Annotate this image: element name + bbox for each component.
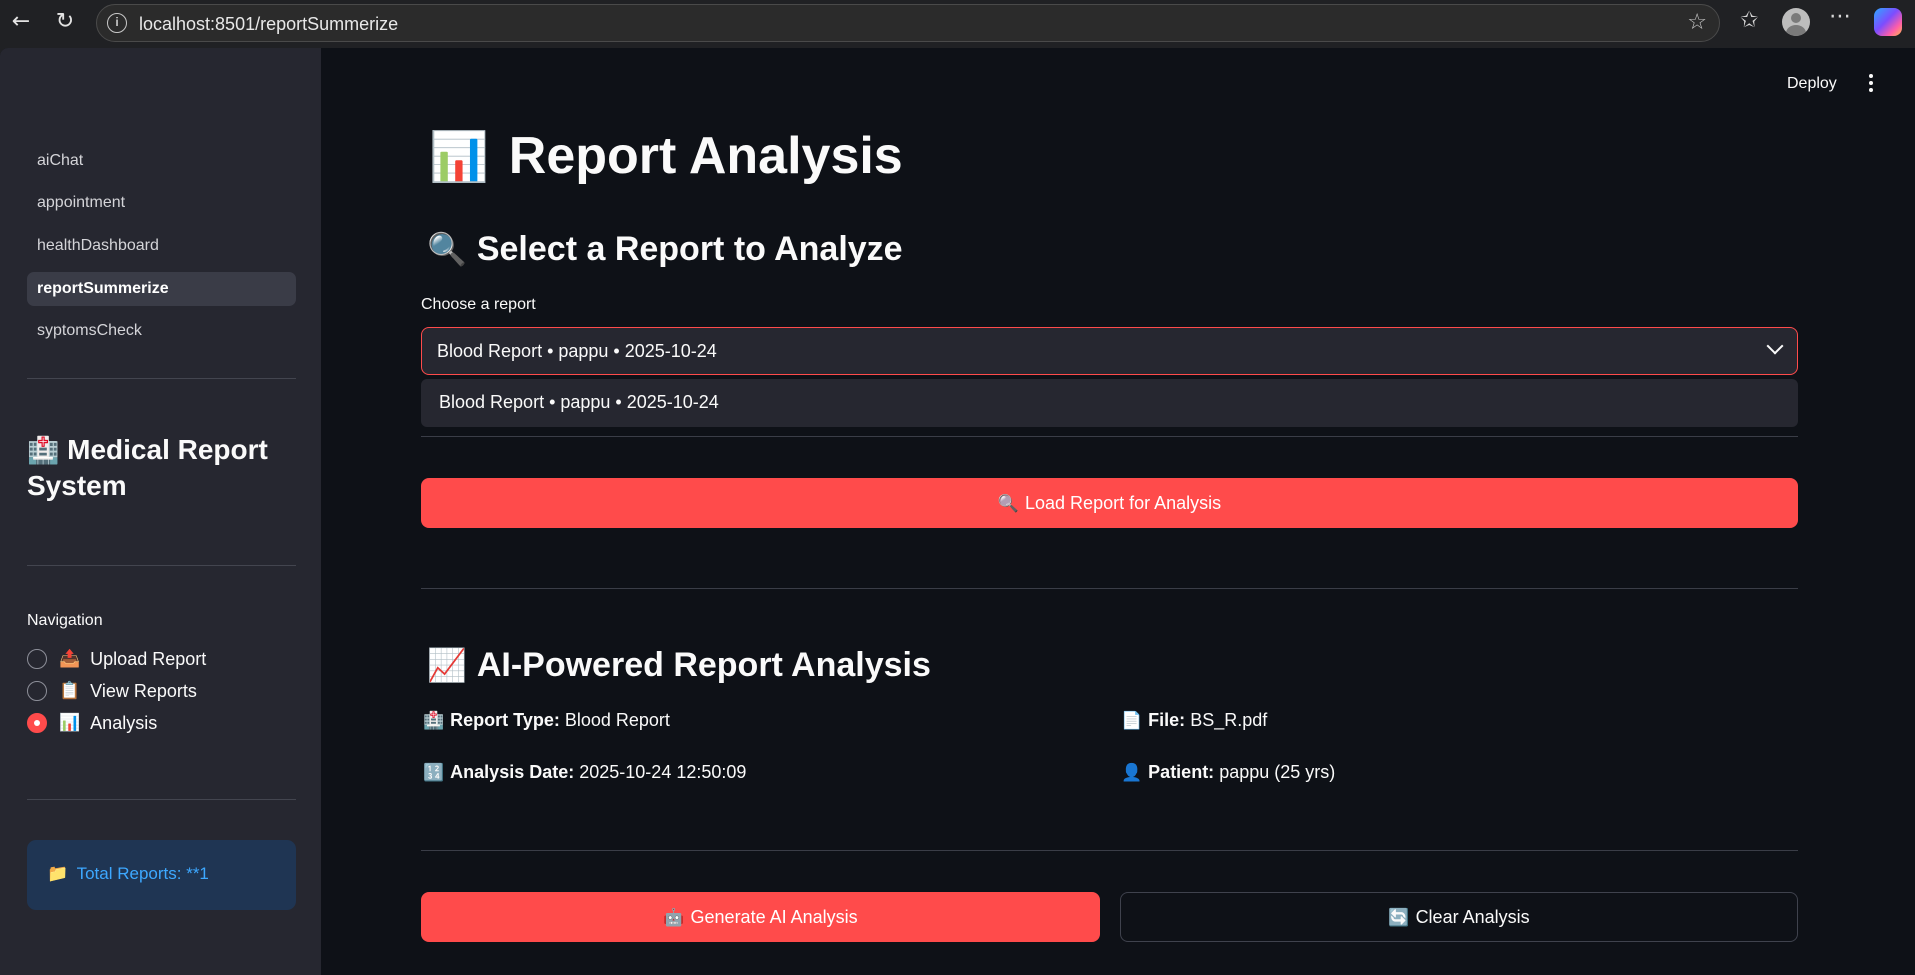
analysis-heading-text: AI-Powered Report Analysis	[476, 646, 931, 684]
choose-report-label: Choose a report	[421, 296, 536, 313]
person-icon: 👤	[1121, 763, 1143, 782]
report-type-detail: 🏥 Report Type: Blood Report	[423, 710, 670, 731]
report-select[interactable]: Blood Report • pappu • 2025-10-24	[421, 327, 1798, 375]
report-type-value: Blood Report	[564, 710, 670, 730]
analysis-date-label: Analysis Date:	[450, 762, 575, 782]
navigation-label: Navigation	[27, 612, 103, 629]
folder-icon: 📁	[47, 864, 69, 883]
reload-icon[interactable]: ↻	[52, 9, 78, 35]
file-label: File:	[1148, 710, 1186, 730]
page-title: 📊 Report Analysis	[429, 126, 903, 186]
nav-option-label: Analysis	[90, 712, 158, 733]
generate-ai-analysis-label: Generate AI Analysis	[690, 907, 858, 927]
analysis-date-value: 2025-10-24 12:50:09	[579, 762, 747, 782]
nav-radio-upload-report[interactable]: 📤 Upload Report	[27, 646, 206, 672]
report-select-value: Blood Report • pappu • 2025-10-24	[437, 341, 717, 361]
analysis-date-detail: 🔢 Analysis Date: 2025-10-24 12:50:09	[423, 762, 746, 783]
sidebar-page-appointment[interactable]: appointment	[27, 186, 296, 220]
robot-icon: 🤖	[663, 908, 685, 927]
report-type-label: Report Type:	[450, 710, 560, 730]
divider	[421, 436, 1798, 437]
clipboard-icon: 📋	[59, 681, 81, 700]
magnifier-icon: 🔍	[427, 231, 467, 267]
sidebar-title-text: Medical Report System	[27, 434, 268, 501]
sidebar: aiChat appointment healthDashboard repor…	[0, 48, 321, 975]
more-options-icon[interactable]: ⋯	[1829, 4, 1851, 29]
total-reports-info: 📁 Total Reports: **1	[27, 840, 296, 910]
profile-avatar-icon[interactable]	[1782, 8, 1810, 36]
sidebar-page-syptomscheck[interactable]: syptomsCheck	[27, 314, 296, 348]
radio-button[interactable]	[27, 649, 47, 669]
radio-button[interactable]	[27, 681, 47, 701]
star-icon[interactable]: ☆	[1687, 10, 1707, 35]
address-bar[interactable]: i localhost:8501/reportSummerize ☆	[96, 4, 1720, 42]
clear-analysis-label: Clear Analysis	[1415, 907, 1530, 927]
file-detail: 📄 File: BS_R.pdf	[1121, 710, 1267, 731]
select-report-heading: 🔍 Select a Report to Analyze	[427, 230, 903, 269]
load-report-button[interactable]: 🔍 Load Report for Analysis	[421, 478, 1798, 528]
divider	[421, 588, 1798, 589]
sidebar-page-reportsummerize[interactable]: reportSummerize	[27, 272, 296, 306]
refresh-icon: 🔄	[1388, 908, 1410, 927]
main-menu-icon[interactable]	[1868, 74, 1874, 92]
divider	[421, 850, 1798, 851]
hospital-icon: 🏥	[27, 435, 60, 465]
bar-chart-icon: 📊	[59, 713, 81, 732]
document-icon: 📄	[1121, 711, 1143, 730]
nav-radio-analysis[interactable]: 📊 Analysis	[27, 710, 157, 736]
analysis-heading: 📈 AI-Powered Report Analysis	[427, 646, 931, 685]
clear-analysis-button[interactable]: 🔄 Clear Analysis	[1120, 892, 1798, 942]
trend-chart-icon: 📈	[427, 647, 467, 683]
url-text: localhost:8501/reportSummerize	[139, 14, 399, 34]
nav-option-label: View Reports	[90, 680, 197, 701]
patient-detail: 👤 Patient: pappu (25 yrs)	[1121, 762, 1335, 783]
dropdown-option[interactable]: Blood Report • pappu • 2025-10-24	[439, 392, 719, 413]
select-report-heading-text: Select a Report to Analyze	[476, 230, 903, 268]
favorites-icon[interactable]: ✩	[1740, 8, 1758, 33]
streamlit-app: aiChat appointment healthDashboard repor…	[0, 48, 1915, 975]
magnifier-icon: 🔍	[997, 494, 1020, 513]
nav-radio-view-reports[interactable]: 📋 View Reports	[27, 678, 197, 704]
total-reports-text: Total Reports: **1	[76, 864, 209, 883]
sidebar-title: 🏥 Medical Report System	[27, 432, 307, 504]
radio-button-selected[interactable]	[27, 713, 47, 733]
numbers-icon: 🔢	[423, 763, 445, 782]
chevron-down-icon[interactable]	[1766, 337, 1784, 355]
patient-label: Patient:	[1148, 762, 1215, 782]
file-value: BS_R.pdf	[1190, 710, 1268, 730]
site-info-icon[interactable]: i	[107, 13, 127, 33]
back-icon[interactable]: ←	[8, 9, 34, 35]
report-select-dropdown: Blood Report • pappu • 2025-10-24	[421, 379, 1798, 427]
deploy-button[interactable]: Deploy	[1787, 75, 1837, 93]
sidebar-page-aichat[interactable]: aiChat	[27, 144, 296, 178]
bar-chart-icon: 📊	[429, 131, 489, 184]
sidebar-page-healthdashboard[interactable]: healthDashboard	[27, 229, 296, 263]
page-title-text: Report Analysis	[508, 127, 903, 185]
sidebar-divider	[27, 565, 296, 566]
copilot-icon[interactable]	[1874, 8, 1902, 36]
hospital-icon: 🏥	[423, 711, 445, 730]
upload-tray-icon: 📤	[59, 649, 81, 668]
nav-option-label: Upload Report	[90, 648, 207, 669]
sidebar-divider	[27, 799, 296, 800]
sidebar-divider	[27, 378, 296, 379]
browser-toolbar: ← ↻ i localhost:8501/reportSummerize ☆ ✩…	[0, 0, 1915, 46]
generate-ai-analysis-button[interactable]: 🤖 Generate AI Analysis	[421, 892, 1100, 942]
patient-value: pappu (25 yrs)	[1219, 762, 1336, 782]
load-report-label: Load Report for Analysis	[1025, 493, 1222, 513]
